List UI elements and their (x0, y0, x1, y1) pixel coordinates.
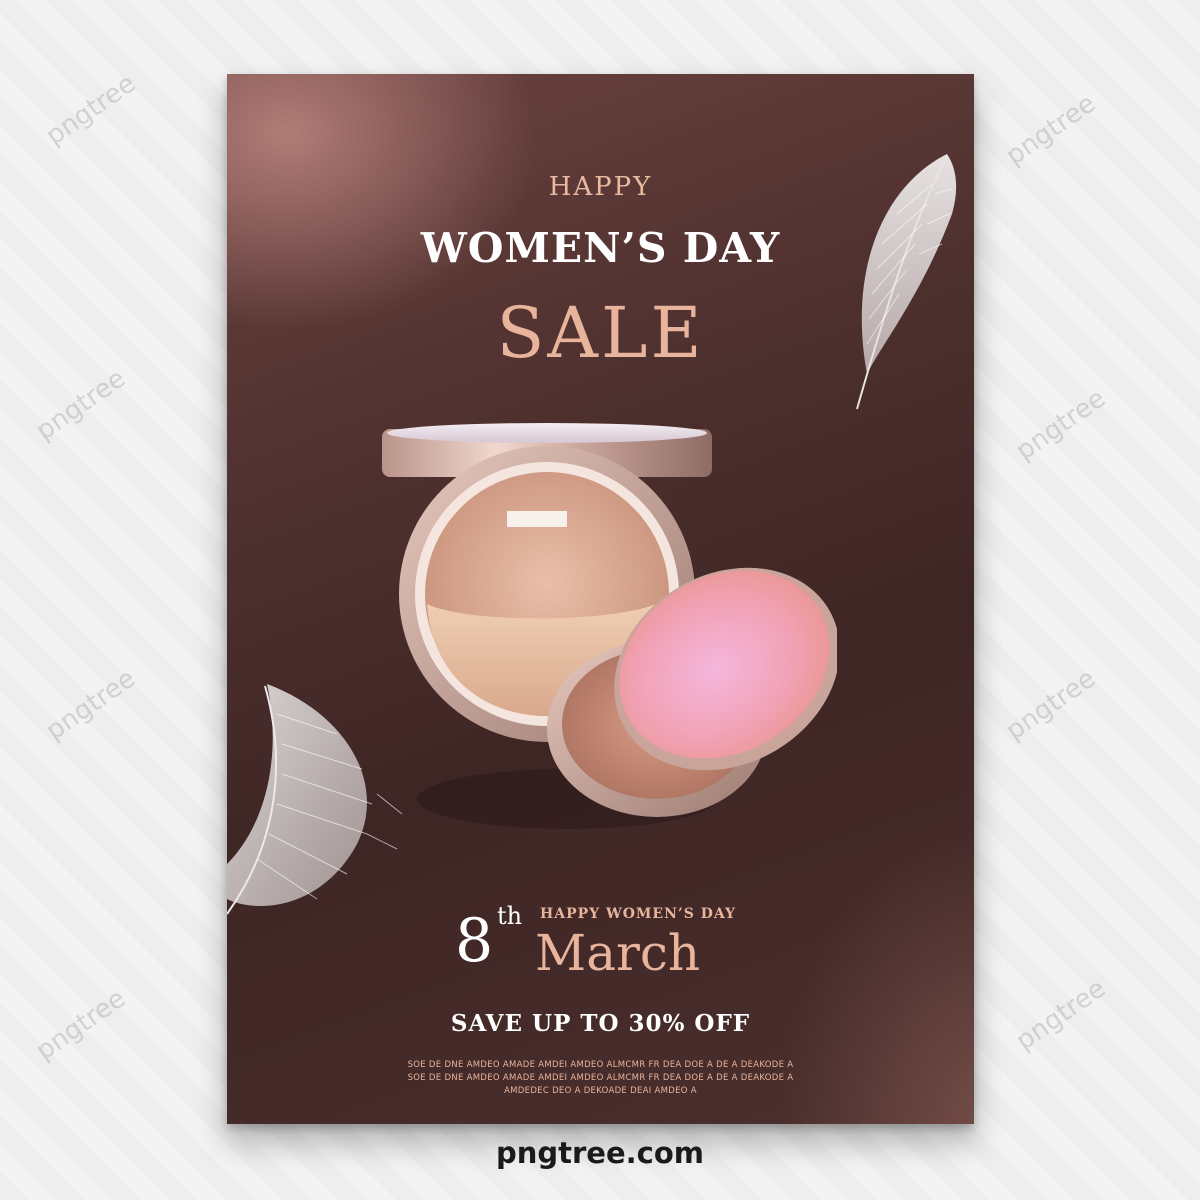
discount-offer: SAVE UP TO 30% OFF (450, 1010, 751, 1037)
date-caption: HAPPY WOMEN’S DAY (540, 906, 737, 922)
site-logo: pngtree.com (495, 1136, 704, 1170)
watermark: pngtree (1010, 973, 1112, 1057)
watermark: pngtree (1010, 383, 1112, 467)
watermark: pngtree (1000, 663, 1102, 747)
watermark: pngtree (1000, 88, 1102, 172)
date-suffix: th (497, 902, 523, 930)
watermark: pngtree (30, 363, 132, 447)
fine-print-line: SOE DE DNE AMDEO AMADE AMDEI AMDEO ALMCM… (407, 1060, 794, 1070)
sale-poster: HAPPY WOMEN’S DAY SALE 8 th HAPPY WOMEN’… (227, 74, 974, 1124)
fine-print-line: AMDEDEC DEO A DEKOADE DEAI AMDEO A (504, 1086, 697, 1096)
watermark: pngtree (30, 983, 132, 1067)
cushion-compact-product (382, 423, 837, 829)
feather-illustration-top (856, 154, 957, 410)
watermark: pngtree (40, 68, 142, 152)
fine-print-line: SOE DE DNE AMDEO AMADE AMDEI AMDEO ALMCM… (407, 1073, 794, 1083)
date-month: March (535, 924, 701, 982)
watermark: pngtree (40, 663, 142, 747)
date-day: 8 (455, 906, 494, 976)
canvas: pngtree pngtree pngtree pngtree pngtree … (0, 0, 1200, 1200)
event-date: 8 th HAPPY WOMEN’S DAY March (455, 898, 775, 988)
